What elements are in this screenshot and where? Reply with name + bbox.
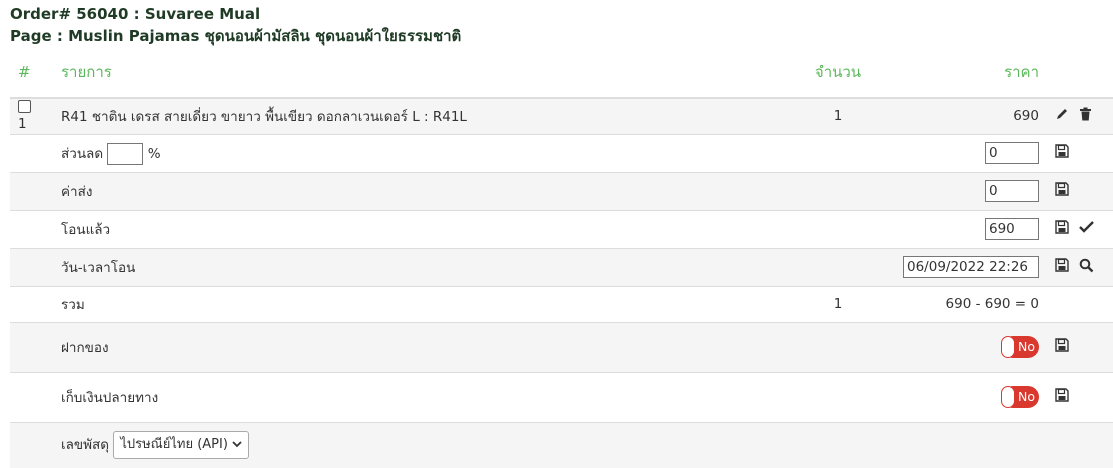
- save-icon[interactable]: [1055, 220, 1069, 238]
- deposit-row: ฝากของ No: [10, 321, 1113, 372]
- shipping-input[interactable]: 0: [985, 180, 1039, 202]
- cod-label: เก็บเงินปลายทาง: [53, 371, 793, 422]
- carrier-select[interactable]: ไปรษณีย์ไทย (API): [113, 431, 250, 460]
- deposit-toggle[interactable]: No: [1001, 336, 1039, 358]
- tracking-row: เลขพัสดุ ไปรษณีย์ไทย (API): [10, 421, 1113, 468]
- deposit-label: ฝากของ: [53, 321, 793, 372]
- discount-unit: %: [147, 145, 161, 162]
- carrier-value: ไปรษณีย์ไทย (API): [120, 437, 228, 453]
- total-row: รวม 1 690 - 690 = 0: [10, 285, 1113, 322]
- item-checkbox[interactable]: [18, 100, 31, 114]
- transfer-time-input[interactable]: 06/09/2022 22:26: [903, 256, 1039, 278]
- save-icon[interactable]: [1055, 258, 1069, 276]
- total-qty: 1: [793, 285, 883, 322]
- cod-toggle[interactable]: No: [1001, 386, 1039, 408]
- item-actions: [1047, 97, 1113, 134]
- col-item: รายการ: [53, 47, 793, 99]
- deposit-toggle-label: No: [1018, 339, 1035, 354]
- search-icon[interactable]: [1079, 258, 1094, 277]
- order-header: Order# 56040 : Suvaree Mual Page : Musli…: [0, 0, 1113, 47]
- shipping-row: ค่าส่ง 0: [10, 171, 1113, 210]
- item-qty: 1: [793, 97, 883, 134]
- edit-icon[interactable]: [1055, 107, 1069, 125]
- transferred-input[interactable]: 690: [985, 218, 1039, 240]
- discount-percent-input[interactable]: [107, 142, 144, 165]
- cod-toggle-label: No: [1018, 389, 1035, 404]
- shipping-label: ค่าส่ง: [53, 171, 793, 210]
- item-select-cell: 1: [10, 97, 53, 134]
- tracking-label: เลขพัสดุ: [61, 437, 110, 454]
- save-icon[interactable]: [1055, 338, 1069, 356]
- transferred-label: โอนแล้ว: [53, 209, 793, 248]
- save-icon[interactable]: [1055, 388, 1069, 406]
- transfer-time-label: วัน-เวลาโอน: [53, 247, 793, 286]
- check-icon[interactable]: [1079, 220, 1094, 238]
- cod-row: เก็บเงินปลายทาง No: [10, 371, 1113, 422]
- order-table: # รายการ จำนวน ราคา 1 R41 ชาติน เดรส สาย…: [10, 47, 1113, 468]
- item-price: 690: [883, 97, 1047, 134]
- col-actions: [1047, 47, 1113, 99]
- item-index: 1: [18, 116, 27, 133]
- col-num: #: [10, 47, 53, 99]
- transfer-time-row: วัน-เวลาโอน 06/09/2022 22:26: [10, 247, 1113, 286]
- col-price: ราคา: [883, 47, 1047, 99]
- save-icon[interactable]: [1055, 182, 1069, 200]
- discount-input[interactable]: 0: [985, 142, 1039, 164]
- total-formula: 690 - 690 = 0: [883, 285, 1047, 322]
- item-row: 1 R41 ชาติน เดรส สายเดี่ยว ขายาว พื้นเขี…: [10, 97, 1113, 134]
- item-name: R41 ชาติน เดรส สายเดี่ยว ขายาว พื้นเขียว…: [53, 97, 793, 134]
- page-title: Page : Muslin Pajamas ชุดนอนผ้ามัสลิน ชุ…: [10, 27, 462, 45]
- chevron-down-icon: [232, 441, 242, 448]
- trash-icon[interactable]: [1079, 107, 1092, 125]
- transferred-row: โอนแล้ว 690: [10, 209, 1113, 248]
- total-label: รวม: [53, 285, 793, 322]
- save-icon[interactable]: [1055, 144, 1069, 162]
- order-title: Order# 56040 : Suvaree Mual: [10, 5, 261, 23]
- discount-label: ส่วนลด: [61, 145, 104, 162]
- discount-row: ส่วนลด % 0: [10, 133, 1113, 172]
- col-qty: จำนวน: [793, 47, 883, 99]
